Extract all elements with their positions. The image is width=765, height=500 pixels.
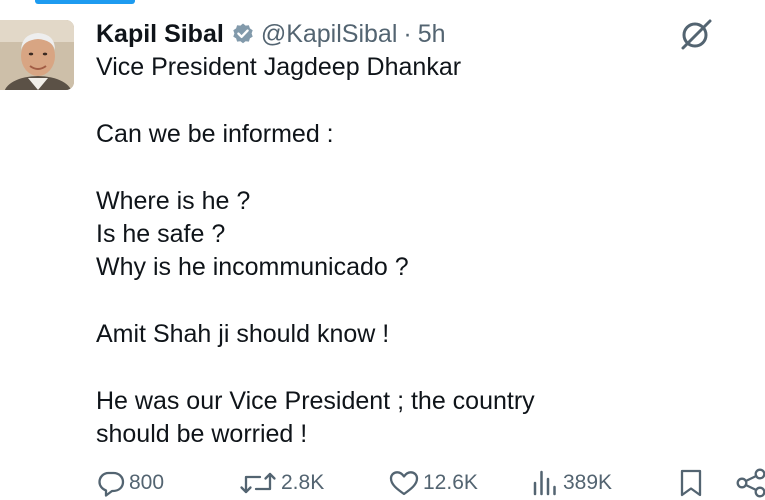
tab-indicator — [35, 0, 135, 4]
tweet-line: Where is he ? — [96, 186, 251, 215]
avatar-photo — [0, 20, 74, 90]
reply-count: 800 — [129, 471, 165, 494]
tweet-card: Kapil Sibal @KapilSibal · 5h Vice Presid… — [0, 0, 765, 500]
separator-dot: · — [403, 19, 412, 48]
tweet-line: Amit Shah ji should know ! — [96, 320, 390, 349]
grok-icon[interactable] — [675, 17, 715, 51]
tweet-line: Vice President Jagdeep Dhankar — [96, 53, 462, 81]
views-count: 389K — [563, 471, 613, 494]
like-count: 12.6K — [423, 471, 478, 494]
repost-button[interactable]: 2.8K — [238, 466, 324, 500]
tweet-line — [96, 352, 736, 385]
reply-icon — [98, 471, 125, 497]
tweet-line: should be worried ! — [96, 420, 308, 449]
bookmark-button[interactable] — [676, 466, 706, 500]
display-name[interactable]: Kapil Sibal — [96, 20, 224, 49]
tweet-text: Vice President Jagdeep Dhankar Can we be… — [96, 51, 736, 452]
tweet-line — [96, 84, 736, 117]
share-button[interactable] — [736, 466, 765, 500]
repost-count: 2.8K — [281, 471, 325, 494]
avatar[interactable] — [0, 20, 74, 90]
views-button[interactable]: 389K — [530, 466, 612, 500]
tweet-line: Is he safe ? — [96, 219, 226, 248]
like-button[interactable]: 12.6K — [388, 466, 478, 500]
share-icon — [736, 468, 765, 498]
tweet-line: Why is he incommunicado ? — [96, 253, 409, 282]
user-handle[interactable]: @KapilSibal — [261, 20, 398, 49]
bookmark-icon — [680, 469, 702, 497]
repost-icon — [240, 472, 276, 494]
heart-icon — [389, 471, 419, 496]
views-chart-icon — [533, 470, 556, 496]
tweet-line — [96, 285, 736, 318]
tweet-line: He was our Vice President ; the country — [96, 386, 535, 415]
tweet-header: Kapil Sibal @KapilSibal · 5h — [96, 16, 446, 52]
tweet-timestamp[interactable]: 5h — [418, 20, 446, 49]
tweet-line: Can we be informed : — [96, 119, 334, 148]
tweet-line — [96, 151, 736, 184]
reply-button[interactable]: 800 — [96, 466, 164, 500]
action-bar: 800 2.8K 12.6K 389K — [96, 466, 765, 500]
verified-badge-icon — [231, 22, 255, 46]
